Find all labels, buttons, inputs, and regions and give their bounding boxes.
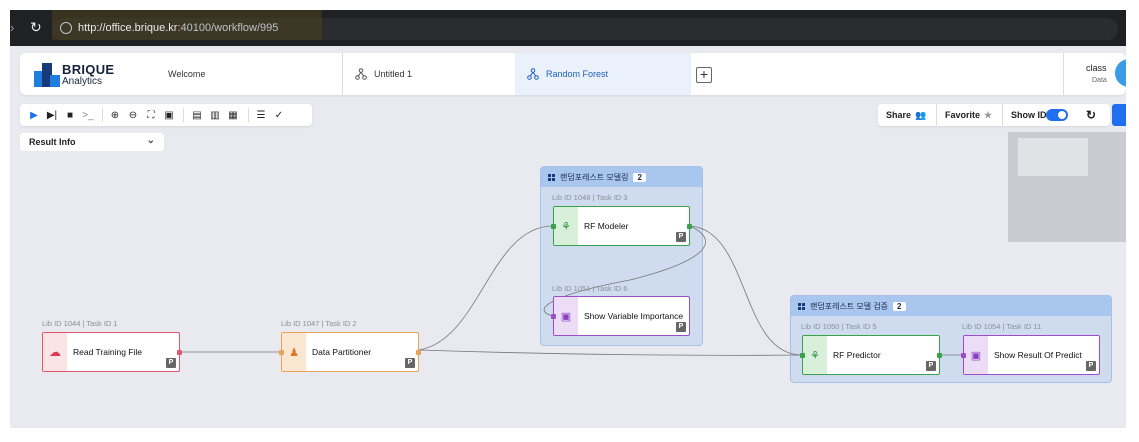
param-badge[interactable]: P — [1086, 361, 1096, 371]
node-show-result-of-predict[interactable]: ▣ Show Result Of Predict P — [961, 335, 1100, 375]
node-lib-tag: Lib ID 1050 | Task ID 5 — [801, 322, 877, 331]
edge — [418, 349, 803, 356]
edge — [689, 225, 803, 356]
output-port[interactable] — [416, 350, 421, 355]
node-label: Show Variable Importance — [584, 311, 684, 321]
node-show-variable-importance[interactable]: ▣ Show Variable Importance P — [551, 296, 690, 336]
node-lib-tag: Lib ID 1051 | Task ID 6 — [552, 284, 628, 293]
node-data-partitioner[interactable]: ♟ Data Partitioner P — [279, 332, 421, 372]
node-read-training-file[interactable]: ☁ Read Training File P — [42, 332, 182, 372]
node-label: Show Result Of Predict — [994, 350, 1082, 360]
output-port[interactable] — [687, 224, 692, 229]
partition-icon: ♟ — [282, 333, 306, 371]
input-port[interactable] — [961, 353, 966, 358]
node-label: Data Partitioner — [312, 347, 372, 357]
output-port[interactable] — [937, 353, 942, 358]
app-frame: › ↻ http://office.brique.kr:40100/workfl… — [10, 10, 1126, 428]
input-port[interactable] — [800, 353, 805, 358]
node-lib-tag: Lib ID 1054 | Task ID 11 — [962, 322, 1042, 331]
presentation-icon: ▣ — [554, 297, 578, 335]
tree-model-icon: ⚘ — [554, 207, 578, 245]
node-lib-tag: Lib ID 1048 | Task ID 3 — [552, 193, 628, 202]
edge — [418, 225, 554, 351]
node-label: RF Predictor — [833, 350, 881, 360]
param-badge[interactable]: P — [926, 361, 936, 371]
upload-cloud-icon: ☁ — [43, 333, 67, 371]
node-label: Read Training File — [73, 347, 142, 357]
param-badge[interactable]: P — [676, 322, 686, 332]
param-badge[interactable]: P — [405, 358, 415, 368]
node-rf-modeler[interactable]: ⚘ RF Modeler P — [551, 206, 692, 246]
param-badge[interactable]: P — [166, 358, 176, 368]
output-port[interactable] — [177, 350, 182, 355]
node-rf-predictor[interactable]: ⚘ RF Predictor P — [800, 335, 942, 375]
input-port[interactable] — [279, 350, 284, 355]
param-badge[interactable]: P — [676, 232, 686, 242]
node-label: RF Modeler — [584, 221, 629, 231]
node-lib-tag: Lib ID 1044 | Task ID 1 — [42, 319, 118, 328]
input-port[interactable] — [551, 224, 556, 229]
presentation-icon: ▣ — [964, 336, 988, 374]
tree-model-icon: ⚘ — [803, 336, 827, 374]
node-lib-tag: Lib ID 1047 | Task ID 2 — [281, 319, 357, 328]
input-port[interactable] — [551, 314, 556, 319]
